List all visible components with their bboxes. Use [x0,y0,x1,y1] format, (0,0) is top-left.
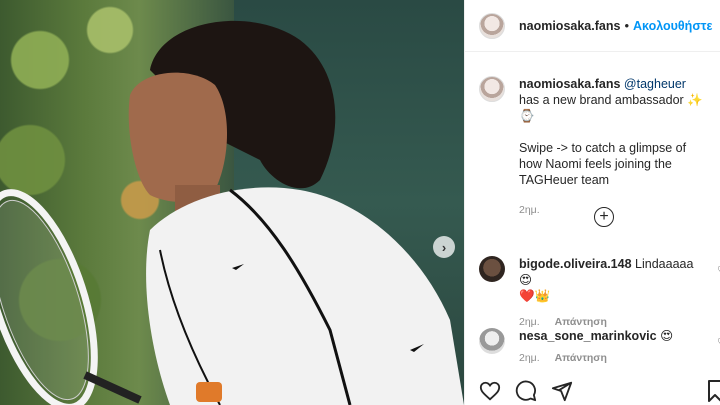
heart-icon[interactable] [479,380,501,402]
next-photo-button[interactable]: › [433,236,455,258]
comment-item: nesa_sone_marinkovic 😍 2ημ. Απάντηση ♡ [479,328,720,366]
comment-text: 😍 [660,329,674,343]
comment-username[interactable]: nesa_sone_marinkovic [519,329,657,343]
post-details-panel: naomiosaka.fans • Ακολουθήστε naomiosaka… [464,0,720,405]
author-avatar[interactable] [479,12,505,39]
caption-line-1: has a new brand ambassador ✨⌚ [519,93,703,123]
caption-text: naomiosaka.fans @tagheuer has a new bran… [519,76,706,218]
load-more-comments-button[interactable]: + [594,207,614,227]
instagram-post-modal: › naomiosaka.fans • Ακολουθήστε naomiosa… [0,0,720,405]
comment-timestamp[interactable]: 2ημ. [519,316,540,328]
header-separator: • [624,18,629,33]
post-caption: naomiosaka.fans @tagheuer has a new bran… [465,52,720,218]
commenter-avatar[interactable] [479,328,505,354]
chevron-right-icon: › [441,239,447,255]
caption-avatar[interactable] [479,76,505,102]
plus-circle-icon: + [599,208,609,225]
comment-emoji-line: ❤️👑 [519,289,551,303]
tennis-player-illustration [0,20,464,405]
post-actions [479,380,573,402]
follow-button[interactable]: Ακολουθήστε [633,19,712,33]
bookmark-icon[interactable] [708,380,720,402]
commenter-avatar[interactable] [479,256,505,282]
comment-icon[interactable] [515,380,537,402]
author-username[interactable]: naomiosaka.fans [519,19,620,33]
comment-item: bigode.oliveira.148 Lindaaaaa😍 ❤️👑 2ημ. … [479,256,720,330]
comment-username[interactable]: bigode.oliveira.148 [519,257,632,271]
post-photo[interactable]: › [0,0,464,405]
caption-username[interactable]: naomiosaka.fans [519,77,620,91]
reply-button[interactable]: Απάντηση [555,352,607,364]
caption-mention[interactable]: @tagheuer [624,77,686,91]
share-icon[interactable] [551,380,573,402]
post-header: naomiosaka.fans • Ακολουθήστε [465,0,720,52]
reply-button[interactable]: Απάντηση [555,316,607,328]
caption-line-2: Swipe -> to catch a glimpse of how Naomi… [519,141,687,187]
comment-timestamp[interactable]: 2ημ. [519,352,540,364]
